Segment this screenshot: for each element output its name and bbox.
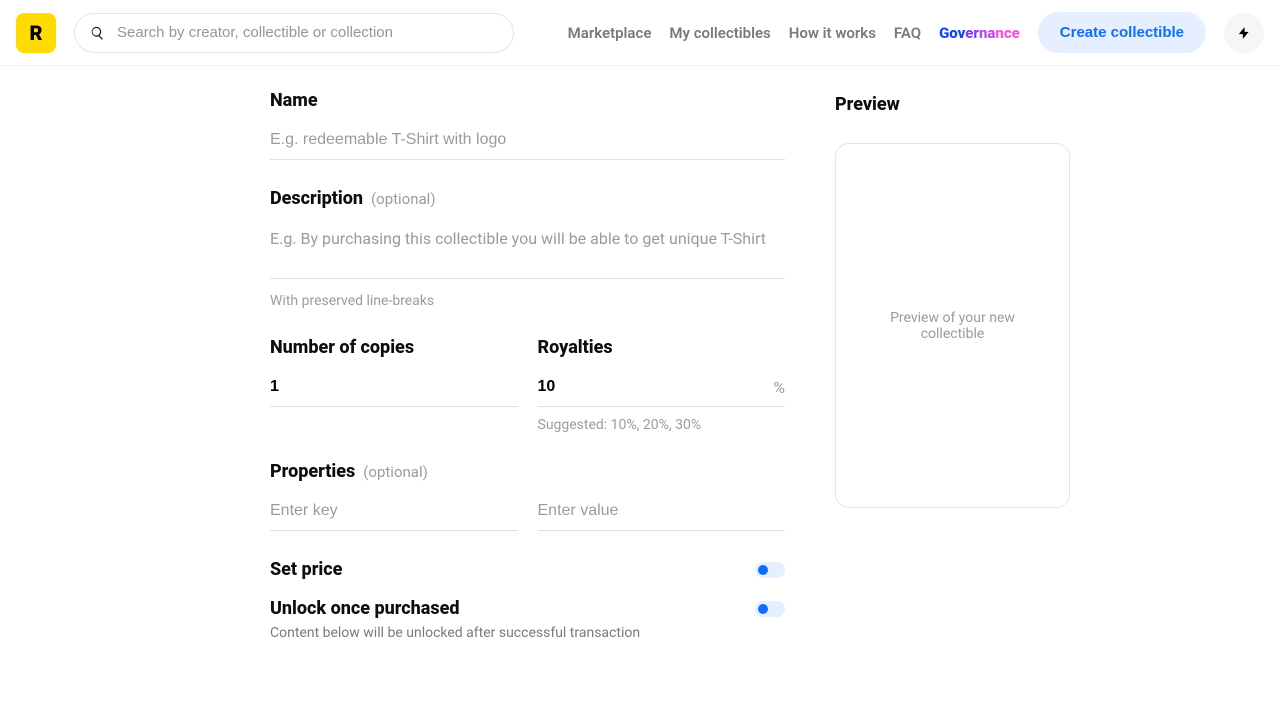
bolt-icon xyxy=(1237,24,1251,42)
royalties-section: Royalties % Suggested: 10%, 20%, 30% xyxy=(538,337,786,433)
preview-column: Preview Preview of your new collectible xyxy=(835,90,1075,669)
description-section: Description (optional) With preserved li… xyxy=(270,188,785,309)
property-value-input[interactable] xyxy=(538,496,786,531)
name-label: Name xyxy=(270,90,318,111)
form-column: Name Description (optional) With preserv… xyxy=(270,90,785,669)
nav-my-collectibles[interactable]: My collectibles xyxy=(669,24,770,42)
royalties-hint: Suggested: 10%, 20%, 30% xyxy=(538,417,786,433)
royalties-input[interactable] xyxy=(538,372,774,406)
create-collectible-button[interactable]: Create collectible xyxy=(1038,12,1206,53)
search-wrap xyxy=(74,13,514,53)
property-key-input[interactable] xyxy=(270,496,518,531)
unlock-label: Unlock once purchased xyxy=(270,598,460,619)
preview-title: Preview xyxy=(835,94,1075,115)
unlock-toggle[interactable] xyxy=(755,601,785,617)
set-price-toggle[interactable] xyxy=(755,562,785,578)
nav: Marketplace My collectibles How it works… xyxy=(568,12,1264,53)
properties-label: Properties xyxy=(270,461,355,482)
nav-governance[interactable]: Governance xyxy=(939,24,1020,42)
main: Name Description (optional) With preserv… xyxy=(0,66,1280,669)
bolt-button[interactable] xyxy=(1224,13,1264,53)
nav-how-it-works[interactable]: How it works xyxy=(789,24,876,42)
name-input[interactable] xyxy=(270,125,785,160)
royalties-suffix: % xyxy=(773,378,785,401)
set-price-section: Set price xyxy=(270,559,785,580)
copies-label: Number of copies xyxy=(270,337,414,358)
royalties-label: Royalties xyxy=(538,337,613,358)
nav-faq[interactable]: FAQ xyxy=(894,24,921,42)
unlock-section: Unlock once purchased Content below will… xyxy=(270,598,785,641)
properties-section: Properties (optional) xyxy=(270,461,785,531)
description-input[interactable] xyxy=(270,223,785,279)
properties-optional: (optional) xyxy=(363,463,428,481)
preview-box: Preview of your new collectible xyxy=(835,143,1070,508)
header: R Marketplace My collectibles How it wor… xyxy=(0,0,1280,66)
logo[interactable]: R xyxy=(16,13,56,53)
copies-royalties-row: Number of copies Royalties % Suggested: … xyxy=(270,337,785,433)
copies-input[interactable] xyxy=(270,372,518,407)
copies-section: Number of copies xyxy=(270,337,518,433)
description-hint: With preserved line-breaks xyxy=(270,293,785,309)
search-icon xyxy=(90,25,105,40)
preview-placeholder: Preview of your new collectible xyxy=(866,310,1039,342)
search-input[interactable] xyxy=(74,13,514,53)
description-optional: (optional) xyxy=(371,190,436,208)
description-label: Description xyxy=(270,188,363,209)
name-section: Name xyxy=(270,90,785,160)
unlock-sub: Content below will be unlocked after suc… xyxy=(270,625,785,641)
set-price-label: Set price xyxy=(270,559,342,580)
nav-marketplace[interactable]: Marketplace xyxy=(568,24,652,42)
